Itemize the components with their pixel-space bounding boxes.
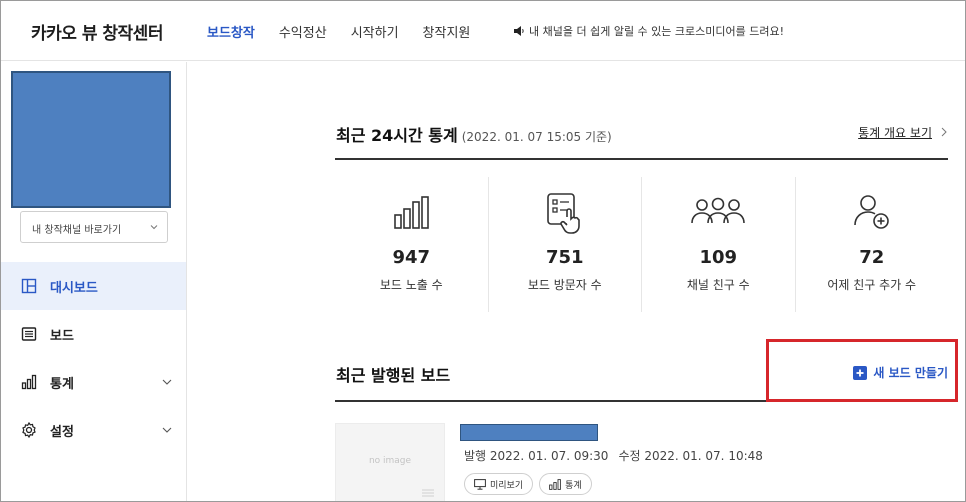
stat-value: 751 bbox=[545, 247, 584, 268]
stat-label: 채널 친구 수 bbox=[686, 278, 750, 292]
stat-value: 72 bbox=[859, 247, 885, 268]
stats-title-text: 최근 24시간 통계 bbox=[336, 126, 458, 145]
top-nav: 보드창작 수익정산 시작하기 창작지원 bbox=[207, 22, 494, 41]
board-actions: 미리보기 통계 bbox=[464, 473, 592, 495]
board-icon bbox=[21, 327, 37, 341]
board-stats-button[interactable]: 통계 bbox=[539, 473, 592, 495]
top-header: 카카오 뷰 창작센터 보드창작 수익정산 시작하기 창작지원 내 채널을 더 쉽… bbox=[1, 1, 965, 61]
board-thumbnail[interactable]: no image bbox=[335, 423, 445, 501]
board-modified-date: 수정 2022. 01. 07. 10:48 bbox=[618, 449, 763, 463]
sidebar-item-label: 보드 bbox=[50, 328, 74, 344]
stats-overview-link[interactable]: 통계 개요 보기 bbox=[858, 124, 932, 141]
app-window: 카카오 뷰 창작센터 보드창작 수익정산 시작하기 창작지원 내 채널을 더 쉽… bbox=[0, 0, 966, 502]
bar-chart-icon bbox=[394, 196, 430, 229]
sidebar-item-label: 대시보드 bbox=[50, 280, 98, 296]
stat-card-friends: 109 채널 친구 수 bbox=[642, 177, 796, 312]
nav-getting-started[interactable]: 시작하기 bbox=[351, 22, 399, 41]
board-published-date: 발행 2022. 01. 07. 09:30 bbox=[464, 449, 609, 463]
sidebar-item-settings[interactable]: 설정 bbox=[1, 406, 186, 454]
stat-value: 947 bbox=[392, 247, 431, 268]
sidebar: 내 창작채널 바로가기 대시보드 보드 통계 설정 bbox=[1, 62, 187, 501]
stat-label: 보드 방문자 수 bbox=[527, 278, 602, 292]
channel-select-label: 내 창작채널 바로가기 bbox=[32, 225, 122, 236]
channel-profile-image bbox=[11, 71, 171, 208]
app-logo[interactable]: 카카오 뷰 창작센터 bbox=[31, 19, 163, 44]
stats-title: 최근 24시간 통계 (2022. 01. 07 15:05 기준) bbox=[336, 122, 612, 146]
highlight-annotation bbox=[766, 339, 958, 402]
monitor-icon bbox=[474, 478, 486, 490]
board-dates: 발행 2022. 01. 07. 09:30 수정 2022. 01. 07. 1… bbox=[464, 447, 763, 464]
board-stats-label: 통계 bbox=[565, 480, 582, 491]
stat-card-impressions: 947 보드 노출 수 bbox=[335, 177, 489, 312]
speaker-icon bbox=[514, 26, 524, 36]
sidebar-item-dashboard[interactable]: 대시보드 bbox=[1, 262, 186, 310]
stat-label: 어제 친구 추가 수 bbox=[827, 278, 917, 292]
stat-label: 보드 노출 수 bbox=[379, 278, 443, 292]
sidebar-item-label: 통계 bbox=[50, 376, 74, 392]
sidebar-menu: 대시보드 보드 통계 설정 bbox=[1, 262, 186, 454]
stat-cards: 947 보드 노출 수 751 보드 방문자 수 109 채널 친구 수 72 … bbox=[335, 177, 948, 312]
notice-banner[interactable]: 내 채널을 더 쉽게 알릴 수 있는 크로스미디어를 드려요! bbox=[513, 23, 784, 39]
sidebar-item-stats[interactable]: 통계 bbox=[1, 358, 186, 406]
list-item[interactable]: no image 발행 2022. 01. 07. 09:30 수정 2022. … bbox=[335, 420, 948, 501]
stat-card-visitors: 751 보드 방문자 수 bbox=[489, 177, 642, 312]
chevron-down-icon bbox=[162, 427, 172, 433]
add-user-icon bbox=[853, 195, 889, 229]
touch-list-icon bbox=[546, 193, 580, 234]
gear-icon bbox=[22, 422, 36, 438]
dashboard-icon bbox=[21, 278, 37, 294]
chart-icon bbox=[21, 374, 37, 390]
recent-boards-title: 최근 발행된 보드 bbox=[336, 366, 451, 385]
chevron-down-icon bbox=[150, 225, 158, 230]
thumbnail-placeholder-text: no image bbox=[368, 456, 412, 466]
sidebar-item-board[interactable]: 보드 bbox=[1, 310, 186, 358]
stats-header: 최근 24시간 통계 (2022. 01. 07 15:05 기준) 통계 개요 … bbox=[335, 122, 948, 160]
main-content: 최근 24시간 통계 (2022. 01. 07 15:05 기준) 통계 개요 … bbox=[188, 62, 965, 501]
chevron-right-icon bbox=[941, 127, 947, 137]
channel-shortcut-select[interactable]: 내 창작채널 바로가기 bbox=[20, 211, 168, 243]
stats-subtitle: (2022. 01. 07 15:05 기준) bbox=[461, 130, 612, 144]
group-icon bbox=[691, 197, 746, 224]
preview-label: 미리보기 bbox=[490, 480, 524, 491]
nav-board-create[interactable]: 보드창작 bbox=[207, 22, 255, 41]
nav-revenue[interactable]: 수익정산 bbox=[279, 22, 327, 41]
menu-lines-icon bbox=[422, 489, 434, 497]
notice-text: 내 채널을 더 쉽게 알릴 수 있는 크로스미디어를 드려요! bbox=[529, 25, 785, 38]
nav-creator-support[interactable]: 창작지원 bbox=[423, 22, 471, 41]
preview-button[interactable]: 미리보기 bbox=[464, 473, 534, 495]
chevron-down-icon bbox=[162, 379, 172, 385]
sidebar-item-label: 설정 bbox=[50, 424, 74, 440]
stat-card-new-friends: 72 어제 친구 추가 수 bbox=[796, 177, 949, 312]
board-title-redacted[interactable] bbox=[460, 424, 598, 441]
stat-value: 109 bbox=[699, 247, 738, 268]
chart-icon bbox=[549, 478, 561, 490]
